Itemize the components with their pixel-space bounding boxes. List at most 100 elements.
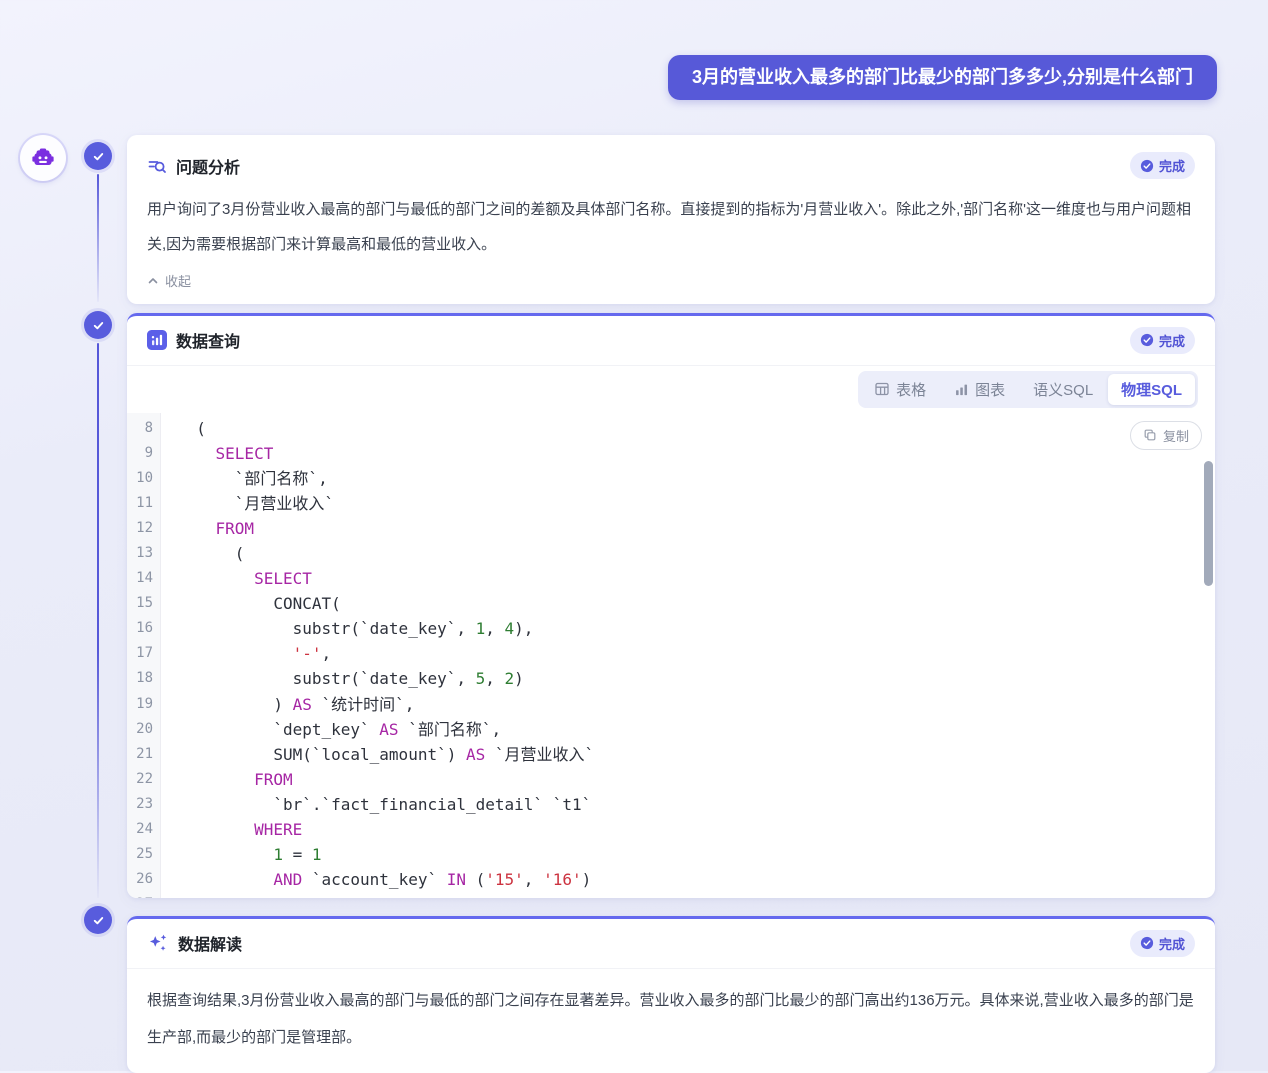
tab-label: 图表 (975, 379, 1005, 400)
line-number: 15 (127, 591, 161, 616)
line-number: 11 (127, 491, 161, 516)
query-card-title: 数据查询 (176, 328, 240, 352)
code-line: 8 ( (127, 416, 1215, 441)
code-text: AND `account_key` IN ('15', '16') (161, 867, 591, 892)
tab-label: 语义SQL (1033, 379, 1093, 400)
code-line: 15 CONCAT( (127, 591, 1215, 616)
code-line: 24 WHERE (127, 817, 1215, 842)
copy-button-label: 复制 (1163, 426, 1189, 445)
chevron-up-icon (147, 275, 159, 287)
line-number: 21 (127, 742, 161, 767)
line-number: 12 (127, 516, 161, 541)
analysis-card: 问题分析 完成 用户询问了3月份营业收入最高的部门与最低的部门之间的差额及具体部… (127, 135, 1215, 304)
code-line: 23 `br`.`fact_financial_detail` `t1` (127, 792, 1215, 817)
line-number: 17 (127, 641, 161, 666)
analysis-body-text: 用户询问了3月份营业收入最高的部门与最低的部门之间的差额及具体部门名称。直接提到… (147, 192, 1195, 262)
robot-icon (30, 145, 56, 171)
tab-physical-sql[interactable]: 物理SQL (1108, 374, 1195, 405)
line-number: 13 (127, 541, 161, 566)
search-list-icon (147, 156, 167, 176)
copy-icon (1143, 428, 1157, 442)
analysis-card-title: 问题分析 (176, 154, 240, 178)
line-number: 27 (127, 892, 161, 897)
code-text: 1 = 1 (161, 842, 322, 867)
line-number: 16 (127, 616, 161, 641)
step-complete-check-icon (84, 311, 112, 339)
code-text: substr(`date_key`, 1, 4), (161, 616, 533, 641)
tab-chart[interactable]: 图表 (941, 374, 1018, 405)
code-line: 27 GROUP BY (127, 892, 1215, 897)
interpretation-card: 数据解读 完成 根据查询结果,3月份营业收入最高的部门与最低的部门之间存在显著差… (127, 916, 1215, 1073)
status-badge: 完成 (1130, 152, 1195, 179)
code-text: ) AS `统计时间`, (161, 692, 414, 717)
status-badge-label: 完成 (1159, 331, 1185, 350)
code-text: SELECT (161, 566, 312, 591)
code-text: `dept_key` AS `部门名称`, (161, 717, 501, 742)
line-number: 23 (127, 792, 161, 817)
check-circle-icon (1140, 159, 1154, 173)
code-line: 14 SELECT (127, 566, 1215, 591)
code-text: `月营业收入` (161, 491, 334, 516)
code-line: 25 1 = 1 (127, 842, 1215, 867)
code-text: CONCAT( (161, 591, 341, 616)
line-number: 8 (127, 416, 161, 441)
code-text: FROM (161, 516, 254, 541)
code-text: SELECT (161, 441, 273, 466)
step-complete-check-icon (84, 906, 112, 934)
status-badge: 完成 (1130, 327, 1195, 354)
code-line: 9 SELECT (127, 441, 1215, 466)
code-text: ( (161, 416, 206, 441)
code-line: 16 substr(`date_key`, 1, 4), (127, 616, 1215, 641)
code-text: FROM (161, 767, 293, 792)
query-card: 数据查询 完成 表格 图表 语义SQL 物理SQL 复制 (127, 313, 1215, 898)
line-number: 22 (127, 767, 161, 792)
tab-label: 表格 (896, 379, 926, 400)
collapse-toggle[interactable]: 收起 (147, 271, 191, 290)
code-line: 13 ( (127, 541, 1215, 566)
code-text: GROUP BY (161, 892, 331, 897)
timeline-connector (97, 174, 99, 302)
tab-semantic-sql[interactable]: 语义SQL (1020, 374, 1106, 405)
code-line: 22 FROM (127, 767, 1215, 792)
code-text: WHERE (161, 817, 302, 842)
code-line: 19 ) AS `统计时间`, (127, 692, 1215, 717)
code-line: 21 SUM(`local_amount`) AS `月营业收入` (127, 742, 1215, 767)
code-line: 11 `月营业收入` (127, 491, 1215, 516)
timeline-connector (97, 343, 99, 898)
code-line: 20 `dept_key` AS `部门名称`, (127, 717, 1215, 742)
view-switcher-tabs: 表格 图表 语义SQL 物理SQL (858, 371, 1198, 408)
line-number: 18 (127, 666, 161, 691)
code-text: ( (161, 541, 244, 566)
code-line: 17 '-', (127, 641, 1215, 666)
code-text: `br`.`fact_financial_detail` `t1` (161, 792, 591, 817)
code-line: 12 FROM (127, 516, 1215, 541)
line-number: 25 (127, 842, 161, 867)
code-text: '-', (161, 641, 331, 666)
bar-chart-icon (954, 382, 969, 397)
tab-label: 物理SQL (1121, 379, 1182, 400)
sparkles-icon (147, 932, 169, 954)
code-line: 26 AND `account_key` IN ('15', '16') (127, 867, 1215, 892)
check-circle-icon (1140, 333, 1154, 347)
line-number: 26 (127, 867, 161, 892)
sql-code-panel: 复制 8 (9 SELECT10 `部门名称`,11 `月营业收入`12 FRO… (127, 413, 1215, 898)
bar-chart-square-icon (147, 330, 167, 350)
code-text: substr(`date_key`, 5, 2) (161, 666, 524, 691)
user-message-bubble: 3月的营业收入最多的部门比最少的部门多多少,分别是什么部门 (668, 55, 1217, 100)
interpretation-body-text: 根据查询结果,3月份营业收入最高的部门与最低的部门之间存在显著差异。营业收入最多… (127, 969, 1215, 1073)
line-number: 10 (127, 466, 161, 491)
line-number: 24 (127, 817, 161, 842)
line-number: 14 (127, 566, 161, 591)
line-number: 19 (127, 692, 161, 717)
table-icon (874, 381, 890, 397)
code-scrollbar-thumb[interactable] (1204, 461, 1213, 586)
copy-button[interactable]: 复制 (1130, 421, 1202, 450)
assistant-avatar (20, 135, 66, 181)
line-number: 9 (127, 441, 161, 466)
code-text: SUM(`local_amount`) AS `月营业收入` (161, 742, 594, 767)
code-line: 10 `部门名称`, (127, 466, 1215, 491)
code-text: `部门名称`, (161, 466, 328, 491)
status-badge: 完成 (1130, 930, 1195, 957)
tab-table[interactable]: 表格 (861, 374, 939, 405)
line-number: 20 (127, 717, 161, 742)
